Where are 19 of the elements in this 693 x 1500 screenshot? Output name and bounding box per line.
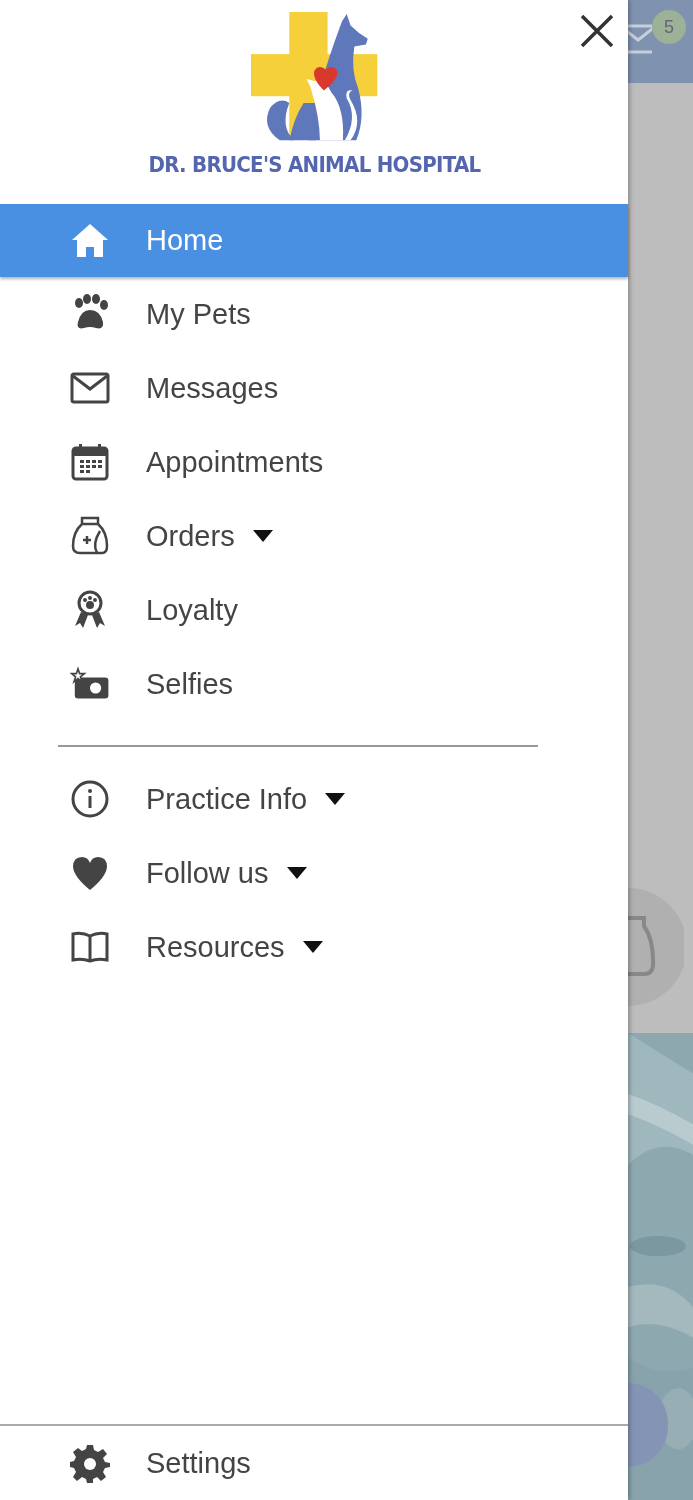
settings-item[interactable]: Settings xyxy=(0,1426,628,1500)
menu-item[interactable]: Appointments xyxy=(0,425,628,499)
menu-item[interactable]: Selfies xyxy=(0,647,628,721)
menu-item[interactable]: Practice Info xyxy=(0,762,628,836)
menu-item[interactable]: Loyalty xyxy=(0,573,628,647)
close-icon[interactable] xyxy=(580,14,614,48)
logo-text: DR. BRUCE'S ANIMAL HOSPITAL xyxy=(148,152,480,177)
menu-item[interactable]: Follow us xyxy=(0,836,628,910)
food-bag-icon xyxy=(70,516,110,556)
mail-icon[interactable] xyxy=(628,24,652,54)
bag-button[interactable] xyxy=(628,888,684,1006)
menu-item[interactable]: Messages xyxy=(0,351,628,425)
gear-icon xyxy=(70,1443,110,1483)
menu-item[interactable]: Resources xyxy=(0,910,628,984)
info-icon xyxy=(70,779,110,819)
menu-item[interactable]: My Pets xyxy=(0,277,628,351)
menu-item[interactable]: Orders xyxy=(0,499,628,573)
calendar-icon xyxy=(70,442,110,482)
message-badge: 5 xyxy=(652,10,686,44)
